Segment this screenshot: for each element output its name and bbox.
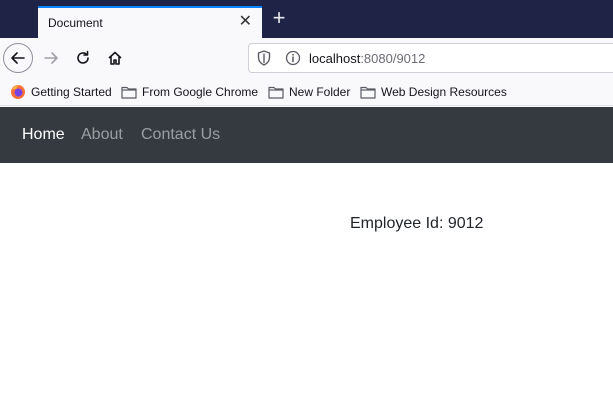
- url-host: localhost: [309, 51, 361, 66]
- bookmark-new-folder[interactable]: New Folder: [268, 83, 350, 101]
- bookmark-label: New Folder: [289, 85, 351, 99]
- bookmark-web-design-resources[interactable]: Web Design Resources: [360, 83, 507, 101]
- url-path: :8080/9012: [360, 51, 426, 66]
- forward-button[interactable]: [36, 43, 66, 73]
- employee-id-text: Employee Id: 9012: [350, 215, 484, 232]
- nav-link-about[interactable]: About: [81, 126, 123, 144]
- tab-title: Document: [48, 16, 103, 30]
- shield-icon[interactable]: [257, 50, 271, 71]
- forward-arrow-icon: [44, 52, 58, 64]
- url-text: localhost:8080/9012: [309, 51, 425, 66]
- back-arrow-icon: [11, 52, 25, 64]
- bookmark-label: Web Design Resources: [381, 85, 507, 99]
- home-icon: [108, 51, 122, 65]
- folder-icon: [268, 85, 284, 99]
- home-button[interactable]: [100, 43, 130, 73]
- bookmark-label: From Google Chrome: [142, 85, 259, 99]
- reload-icon: [77, 50, 89, 64]
- reload-button[interactable]: [68, 43, 98, 73]
- tab-document[interactable]: Document ✕: [38, 6, 262, 38]
- back-button[interactable]: [3, 43, 33, 73]
- nav-link-home[interactable]: Home: [22, 126, 65, 144]
- tab-strip: Document ✕ +: [0, 0, 613, 38]
- firefox-icon: [10, 84, 26, 100]
- navigation-toolbar: localhost:8080/9012: [0, 38, 613, 78]
- bookmark-label: Getting Started: [31, 85, 112, 99]
- close-tab-icon[interactable]: ✕: [239, 12, 252, 32]
- nav-link-contact-us[interactable]: Contact Us: [141, 126, 220, 144]
- info-icon[interactable]: [285, 50, 301, 71]
- folder-icon: [121, 85, 137, 99]
- bookmark-getting-started[interactable]: Getting Started: [10, 83, 112, 101]
- address-bar[interactable]: localhost:8080/9012: [248, 43, 613, 73]
- site-navbar: Home About Contact Us: [0, 107, 613, 163]
- new-tab-button[interactable]: +: [268, 7, 290, 30]
- bookmarks-toolbar: Getting Started From Google Chrome New F…: [0, 78, 613, 106]
- page-content: Employee Id: 9012: [0, 163, 613, 416]
- bookmark-from-google-chrome[interactable]: From Google Chrome: [121, 83, 258, 101]
- folder-icon: [360, 85, 376, 99]
